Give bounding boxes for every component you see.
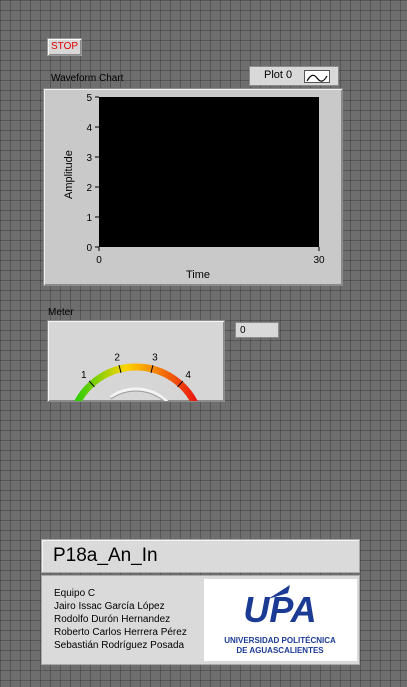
y-tick-label: 2: [86, 183, 92, 194]
x-tick-label: 30: [313, 255, 325, 266]
y-axis-label: Amplitude: [63, 150, 75, 199]
credit-member: Sebastián Rodríguez Posada: [54, 640, 185, 651]
meter-tick-label: 3: [152, 352, 158, 363]
credits-panel: Equipo C Jairo Issac García López Rodolf…: [41, 575, 360, 665]
x-axis-label: Time: [186, 269, 211, 281]
stop-button[interactable]: STOP: [47, 38, 82, 56]
credit-member: Roberto Carlos Herrera Pérez: [54, 627, 187, 638]
credit-team: Equipo C: [54, 588, 96, 599]
meter-tick-label: 4: [185, 370, 191, 381]
meter-tick-label: 2: [114, 352, 120, 363]
y-tick-label: 0: [86, 243, 92, 254]
logo-line2: DE AGUASCALIENTES: [236, 646, 324, 655]
y-tick-label: 1: [86, 213, 92, 224]
legend-plot-name: Plot 0: [264, 69, 293, 81]
vi-title-bar: P18a_An_In: [41, 539, 360, 573]
vi-title: P18a_An_In: [53, 545, 158, 566]
plot-legend[interactable]: Plot 0: [249, 66, 339, 86]
plot-line-swatch-icon: [304, 70, 330, 83]
logo-line1: UNIVERSIDAD POLITÉCNICA: [224, 636, 336, 645]
y-tick-label: 4: [86, 123, 92, 134]
credit-member: Jairo Issac García López: [54, 601, 165, 612]
waveform-chart-label: Waveform Chart: [51, 73, 124, 84]
x-tick-label: 0: [96, 255, 102, 266]
y-tick-label: 3: [86, 153, 92, 164]
chart-axes: 0 1 2 3 4 5 0 30: [86, 93, 325, 266]
meter-scale-arc: [70, 363, 202, 412]
meter-gauge: 012345: [47, 320, 225, 423]
meter-dial: 012345: [60, 352, 213, 423]
meter-tick-label: 1: [81, 370, 87, 381]
y-tick-label: 5: [86, 93, 92, 104]
credit-member: Rodolfo Durón Hernandez: [54, 614, 171, 625]
waveform-chart: 0 1 2 3 4 5 0 30 Time Amplitude: [43, 88, 343, 286]
meter-value-indicator[interactable]: 0: [235, 322, 279, 338]
meter-label: Meter: [48, 307, 74, 318]
university-logo: UPA UNIVERSIDAD POLITÉCNICA DE AGUASCALI…: [204, 579, 357, 661]
